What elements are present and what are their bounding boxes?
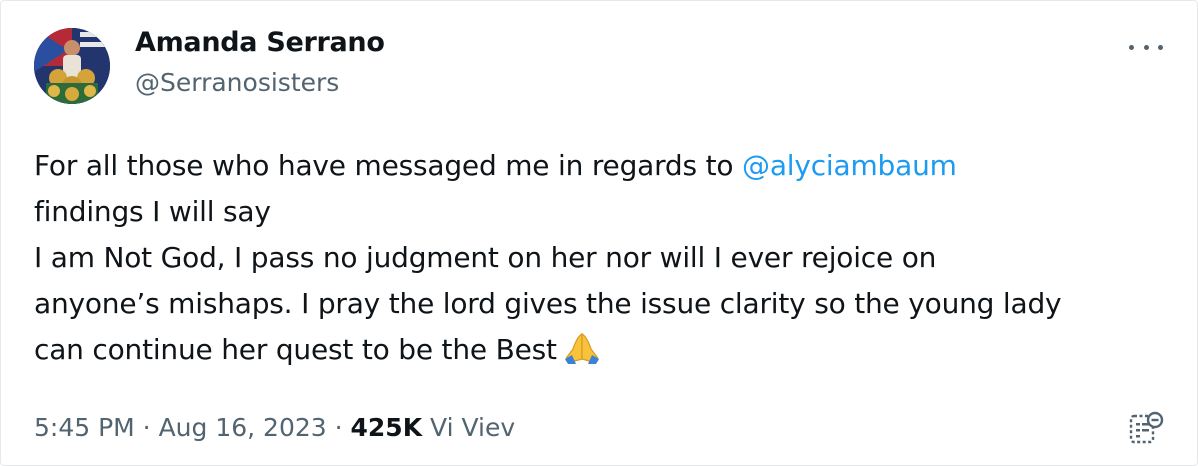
views-label: Vi Viev: [430, 413, 516, 442]
author-name[interactable]: Amanda Serrano: [135, 27, 385, 58]
community-notes-icon[interactable]: [1128, 411, 1164, 447]
tweet-line: can continue her quest to be the Best: [34, 327, 1174, 379]
tweet-text: For all those who have messaged me in re…: [34, 143, 1174, 379]
profile-avatar-image: [34, 28, 110, 104]
meta-separator: ·: [134, 413, 159, 442]
avatar[interactable]: [34, 28, 110, 104]
tweet-date[interactable]: Aug 16, 2023: [159, 413, 327, 442]
tweet-card: Amanda Serrano @Serranosisters For all t…: [0, 0, 1198, 466]
folded-hands-emoji: [563, 331, 601, 379]
tweet-line: findings I will say: [34, 195, 271, 228]
author-handle[interactable]: @Serranosisters: [135, 68, 339, 97]
views-count[interactable]: 425K: [351, 413, 423, 442]
more-dot: [1143, 44, 1149, 50]
tweet-meta: 5:45 PM · Aug 16, 2023 · 425K Vi Viev: [34, 413, 515, 442]
tweet-line: For all those who have messaged me in re…: [34, 143, 1174, 189]
meta-separator: ·: [326, 413, 351, 442]
more-dot: [1158, 44, 1163, 50]
tweet-line-text: For all those who have messaged me in re…: [34, 149, 743, 182]
more-dot: [1129, 44, 1134, 50]
tweet-line-text: can continue her quest to be the Best: [34, 333, 557, 366]
tweet-line: I am Not God, I pass no judgment on her …: [34, 241, 937, 274]
tweet-line: anyone’s mishaps. I pray the lord gives …: [34, 287, 1062, 320]
mention-link[interactable]: @alyciambaum: [742, 149, 957, 182]
more-options-icon[interactable]: [1129, 33, 1163, 61]
tweet-time[interactable]: 5:45 PM: [34, 413, 135, 442]
